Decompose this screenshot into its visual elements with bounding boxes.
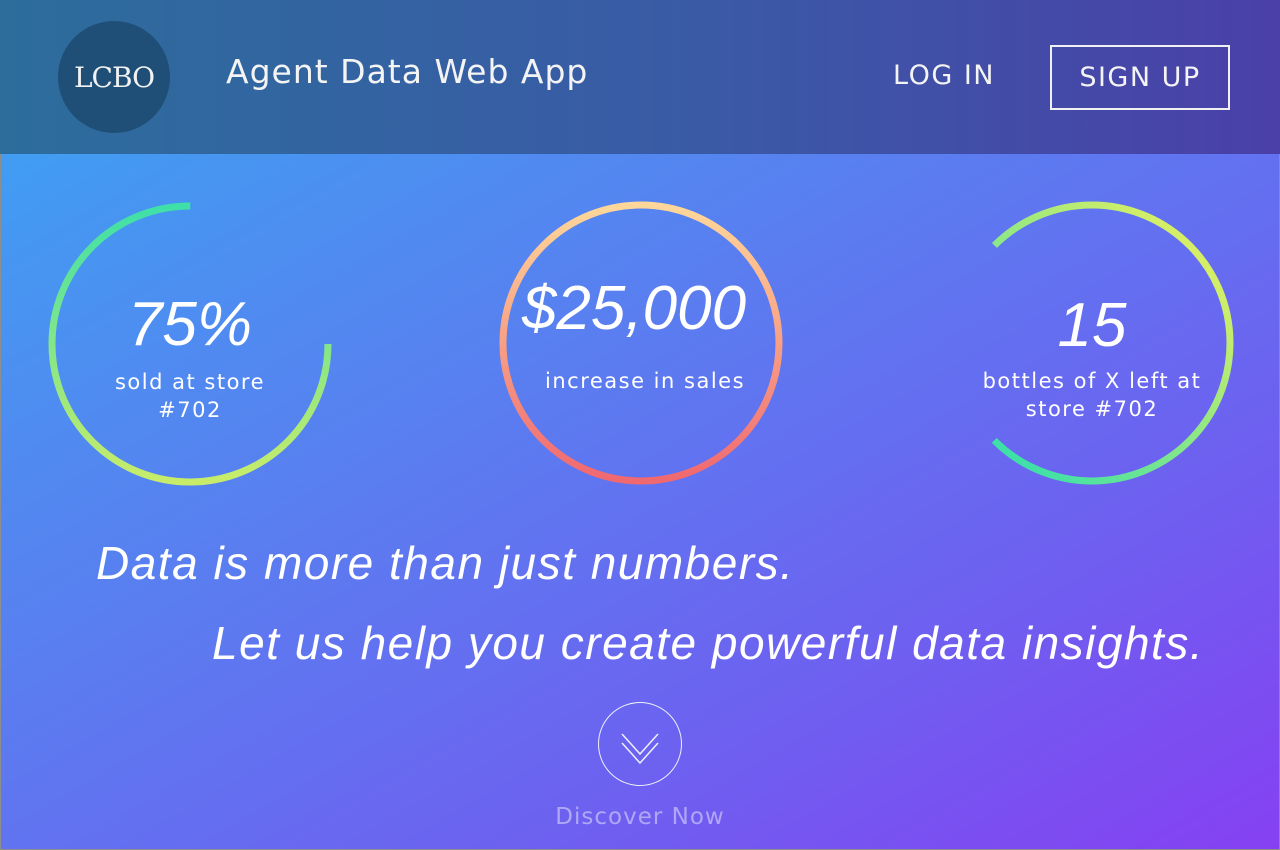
tagline-primary: Data is more than just numbers.: [96, 537, 795, 589]
discover-button[interactable]: [598, 702, 682, 786]
top-navbar: LCBO Agent Data Web App LOG IN SIGN UP: [0, 0, 1280, 154]
stat-value: 15: [1057, 291, 1127, 360]
discover-label[interactable]: Discover Now: [540, 804, 740, 830]
tagline-secondary: Let us help you create powerful data ins…: [212, 617, 1205, 669]
stat-value: $25,000: [521, 274, 747, 343]
chevron-down-icon: [620, 732, 659, 764]
stat-label: bottles of X left at store #702: [982, 369, 1202, 421]
stat-value: 75%: [127, 290, 253, 359]
logo-text: LCBO: [73, 60, 155, 94]
lcbo-logo[interactable]: LCBO: [58, 21, 170, 133]
stat-sales-increase: $25,000 increase in sales: [491, 193, 791, 493]
login-link[interactable]: LOG IN: [893, 60, 995, 91]
app-title: Agent Data Web App: [226, 52, 589, 91]
stat-sold-percentage: 75% sold at store #702: [40, 194, 340, 494]
stat-label: increase in sales: [545, 369, 746, 393]
signup-button[interactable]: SIGN UP: [1050, 45, 1230, 110]
stat-bottles-left: 15 bottles of X left at store #702: [942, 193, 1242, 493]
stat-label: sold at store #702: [114, 370, 266, 422]
